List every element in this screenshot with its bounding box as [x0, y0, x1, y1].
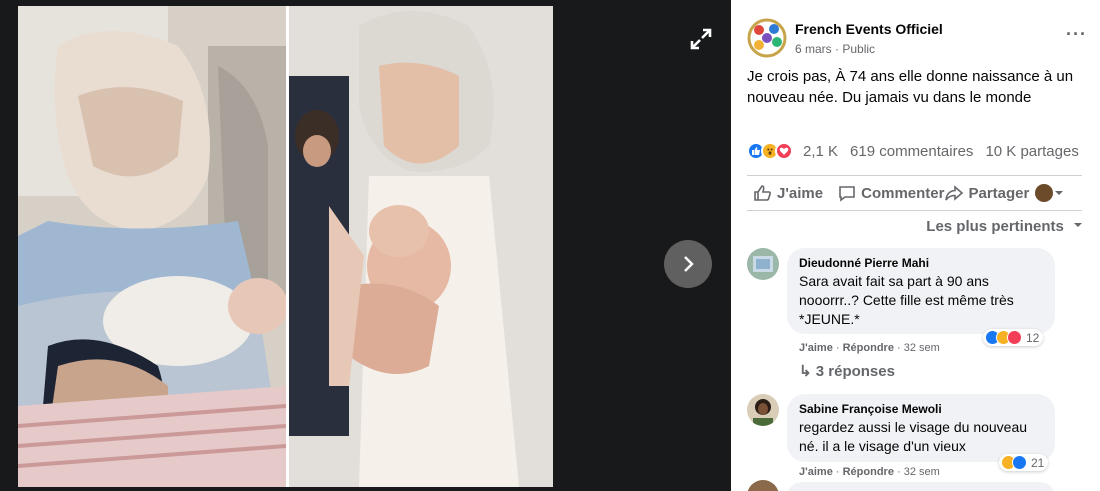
comment-bubble: Dieudonné Pierre Mahi Sara avait fait sa… [787, 248, 1055, 334]
reaction-icons[interactable] [747, 142, 793, 160]
comment-reactions[interactable]: 12 [983, 329, 1044, 346]
comment-author[interactable]: Sabine Françoise Mewoli [799, 402, 1043, 416]
caret-down-icon [1074, 223, 1082, 227]
replies-label: 3 réponses [815, 363, 895, 380]
reply-arrow-icon: ↳ [799, 363, 816, 380]
commenter-avatar[interactable] [747, 248, 779, 280]
share-button[interactable]: Partager [944, 183, 1029, 203]
comment-text-line: Sara avait fait sa part à 90 ans [799, 273, 989, 289]
photo-panel-gallery [289, 6, 553, 487]
comment-bubble [787, 482, 1055, 491]
page-avatar[interactable] [747, 18, 787, 58]
sort-label: Les plus pertinents [926, 218, 1064, 235]
post-side-panel: French Events Officiel 6 mars · Public ·… [731, 0, 1100, 491]
more-options-icon[interactable]: ··· [1066, 24, 1087, 45]
commenter-avatar[interactable] [747, 480, 779, 491]
comment-text-line: regardez aussi le visage du nouveau [799, 419, 1028, 435]
expand-icon[interactable] [686, 24, 716, 54]
photo-panel-hospital [18, 6, 286, 487]
meta-dot: · [893, 342, 904, 354]
chevron-right-icon [684, 256, 694, 272]
share-icon [945, 185, 964, 201]
comment-like-link[interactable]: J'aime [799, 342, 833, 354]
reactions-row: 2,1 K 619 commentaires 10 K partages [747, 140, 1087, 162]
comment-reply-link[interactable]: Répondre [843, 466, 894, 478]
post-text: Je crois pas, À 74 ans elle donne naissa… [747, 68, 1074, 106]
thumbs-up-icon [754, 185, 771, 201]
comment-count[interactable]: 619 commentaires [850, 143, 973, 160]
post-meta: 6 mars · Public [795, 42, 875, 56]
comment-time[interactable]: 32 sem [904, 342, 940, 354]
meta-separator: · [831, 42, 843, 56]
meta-dot: · [832, 466, 843, 478]
love-reaction-icon [775, 142, 793, 160]
post-header: French Events Officiel 6 mars · Public ·… [747, 18, 1087, 62]
photo-viewer [0, 0, 731, 491]
comment-reaction-count: 12 [1026, 330, 1040, 345]
share-count[interactable]: 10 K partages [985, 143, 1078, 160]
user-avatar [1035, 184, 1054, 202]
share-audience-selector[interactable] [1029, 184, 1069, 202]
caret-down-icon [1055, 191, 1064, 195]
comment-author[interactable]: Dieudonné Pierre Mahi [799, 256, 1043, 270]
meta-dot: · [893, 466, 904, 478]
comment-icon [839, 186, 855, 202]
comment-like-link[interactable]: J'aime [799, 466, 833, 478]
share-label: Partager [968, 184, 1030, 202]
love-reaction-icon [1007, 330, 1022, 345]
like-reaction-icon [1012, 455, 1027, 470]
post-photo [18, 6, 553, 487]
post-visibility: Public [842, 42, 876, 56]
commenter-avatar[interactable] [747, 394, 779, 426]
like-label: J'aime [777, 184, 824, 202]
comment-meta: J'aime · Répondre · 32 sem [799, 342, 940, 354]
comment-item: Dieudonné Pierre Mahi Sara avait fait sa… [747, 248, 1087, 388]
comment-item: Sabine Françoise Mewoli regardez aussi l… [747, 394, 1087, 478]
comment-reply-link[interactable]: Répondre [843, 342, 894, 354]
comment-text-line: nooorrr..? Cette fille est même très [799, 292, 1014, 308]
comment-time[interactable]: 32 sem [904, 466, 940, 478]
page-name[interactable]: French Events Officiel [795, 21, 943, 37]
comment-meta: J'aime · Répondre · 32 sem [799, 466, 940, 478]
comment-bubble: Sabine Françoise Mewoli regardez aussi l… [787, 394, 1055, 462]
comment-button[interactable]: Commenter [837, 183, 944, 203]
comment-reactions[interactable]: 21 [999, 454, 1049, 471]
comment-label: Commenter [861, 184, 945, 202]
comment-reaction-count: 21 [1031, 455, 1045, 470]
post-date[interactable]: 6 mars [795, 42, 832, 56]
like-button[interactable]: J'aime [753, 183, 823, 203]
comment-sort-dropdown[interactable]: Les plus pertinents [926, 218, 1084, 235]
meta-dot: · [832, 342, 843, 354]
comment-text-line: *JEUNE.* [799, 311, 860, 327]
next-photo-button[interactable] [664, 240, 712, 288]
reaction-count[interactable]: 2,1 K [803, 143, 838, 160]
view-replies-button[interactable]: ↳ 3 réponses [799, 362, 895, 380]
post-actions: J'aime Commenter Partager [747, 175, 1082, 211]
